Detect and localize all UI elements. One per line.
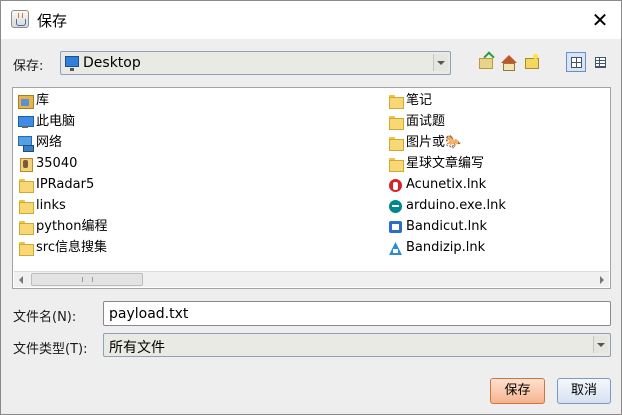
home-button[interactable] bbox=[499, 53, 519, 73]
folder-icon bbox=[18, 220, 34, 235]
folder-icon bbox=[388, 94, 404, 109]
folder-icon bbox=[18, 241, 34, 256]
filetype-value: 所有文件 bbox=[109, 340, 165, 356]
scroll-right-icon[interactable] bbox=[593, 272, 609, 287]
horizontal-scrollbar[interactable] bbox=[14, 271, 609, 287]
cancel-button[interactable]: 取消 bbox=[557, 378, 611, 404]
scrollbar-thumb[interactable] bbox=[31, 273, 143, 286]
folder-icon bbox=[18, 178, 34, 193]
filename-label: 文件名(N): bbox=[13, 310, 77, 325]
file-item-label: links bbox=[36, 198, 66, 213]
home-icon bbox=[501, 55, 517, 63]
file-item-label: src信息搜集 bbox=[36, 240, 107, 255]
bandizip-shortcut-icon bbox=[388, 241, 403, 255]
folder-icon bbox=[388, 136, 404, 151]
close-button[interactable]: ✕ bbox=[578, 1, 622, 39]
folder-icon bbox=[388, 115, 404, 130]
folder-icon bbox=[18, 199, 34, 214]
file-item-label: Bandizip.lnk bbox=[406, 240, 486, 255]
bandicut-shortcut-icon bbox=[388, 220, 403, 234]
save-button[interactable]: 保存 bbox=[490, 378, 545, 404]
file-item-label: Bandicut.lnk bbox=[406, 219, 487, 234]
filename-input[interactable] bbox=[103, 301, 611, 326]
list-view-icon bbox=[571, 57, 582, 68]
file-item-label: Acunetix.lnk bbox=[406, 177, 487, 192]
new-folder-button[interactable] bbox=[523, 53, 543, 73]
save-dialog: 保存 ✕ 保存: Desktop 库 此电脑 网络 35040 IPRadar5… bbox=[0, 0, 622, 415]
new-folder-icon bbox=[525, 58, 539, 69]
details-view-icon bbox=[595, 57, 606, 68]
file-item-label: IPRadar5 bbox=[36, 177, 95, 192]
folder-icon bbox=[388, 157, 404, 172]
up-one-level-button[interactable] bbox=[477, 51, 497, 73]
file-list[interactable]: 库 此电脑 网络 35040 IPRadar5 links python编程 s… bbox=[12, 87, 611, 289]
file-item-label: 35040 bbox=[36, 156, 78, 171]
file-item-label: 此电脑 bbox=[36, 114, 76, 129]
list-view-button[interactable] bbox=[566, 52, 586, 72]
save-in-label: 保存: bbox=[13, 59, 44, 74]
filetype-label: 文件类型(T): bbox=[13, 342, 88, 357]
file-item-label: 库 bbox=[36, 93, 50, 108]
save-in-value: Desktop bbox=[83, 55, 141, 71]
file-item-label: 网络 bbox=[36, 135, 63, 150]
acunetix-shortcut-icon bbox=[388, 178, 403, 192]
dialog-title: 保存 bbox=[37, 12, 68, 30]
scroll-left-icon[interactable] bbox=[14, 272, 30, 287]
java-app-icon bbox=[11, 10, 29, 28]
file-item-label: 面试题 bbox=[406, 114, 446, 129]
details-view-button[interactable] bbox=[590, 52, 610, 72]
file-item-label: arduino.exe.lnk bbox=[406, 198, 506, 213]
user-folder-icon bbox=[18, 157, 33, 172]
filetype-combobox[interactable]: 所有文件 bbox=[103, 333, 611, 357]
desktop-icon bbox=[65, 56, 79, 71]
file-item-label: python编程 bbox=[36, 219, 108, 234]
save-in-combobox[interactable]: Desktop bbox=[60, 51, 451, 75]
chevron-down-icon[interactable] bbox=[593, 336, 608, 353]
chevron-down-icon[interactable] bbox=[433, 54, 448, 71]
arduino-shortcut-icon bbox=[388, 199, 403, 213]
file-item-label: 笔记 bbox=[406, 93, 433, 108]
file-item-label: 星球文章编写 bbox=[406, 156, 485, 171]
computer-icon bbox=[18, 115, 34, 129]
file-item-label: 图片或🐎 bbox=[406, 135, 462, 150]
library-folder-icon bbox=[18, 94, 34, 109]
network-icon bbox=[18, 136, 34, 152]
title-bar: 保存 ✕ bbox=[1, 1, 621, 39]
